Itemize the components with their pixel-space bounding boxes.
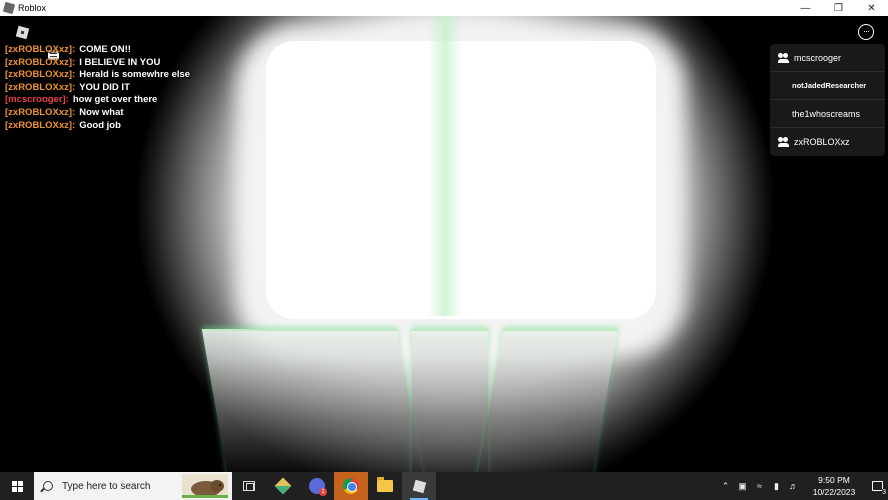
windows-taskbar: Type here to search 1 ⌃ ▣ ≈ ▮ ♬ 9:50 PM … [0, 472, 888, 500]
file-explorer-button[interactable] [368, 472, 402, 500]
chat-text: Good job [79, 119, 121, 131]
more-icon: ··· [858, 24, 874, 40]
roblox-menu-button[interactable] [11, 21, 33, 43]
friends-icon [778, 52, 790, 63]
chat-text: I BELIEVE IN YOU [79, 56, 161, 68]
taskbar-search[interactable]: Type here to search [34, 472, 232, 500]
roblox-app-icon [2, 1, 16, 15]
player-row-the1whoscreams[interactable]: the1whoscreams [770, 100, 885, 128]
security-icon[interactable]: ▣ [734, 472, 751, 500]
chat-sender: [zxROBLOXxz]: [5, 81, 76, 93]
chat-message: [zxROBLOXxz]: Good job [5, 120, 190, 133]
chat-sender: [zxROBLOXxz]: [5, 56, 76, 68]
notification-icon [871, 481, 883, 491]
battery-icon[interactable]: ▮ [768, 472, 785, 500]
player-name: the1whoscreams [792, 108, 861, 119]
player-name: zxROBLOXxz [794, 137, 850, 147]
clock-time: 9:50 PM [818, 475, 850, 485]
chat-text: YOU DID IT [79, 81, 130, 93]
chat-sender: [zxROBLOXxz]: [5, 106, 76, 118]
chrome-icon [343, 478, 359, 494]
chat-text: COME ON!! [79, 44, 131, 55]
game-viewport[interactable]: ··· [zxROBLOXxz]: COME ON!! [zxROBLOXxz]:… [0, 16, 888, 472]
window-titlebar: Roblox — ❐ ✕ [0, 0, 888, 16]
file-explorer-icon [377, 477, 393, 492]
friends-icon [778, 137, 790, 147]
notifications-count: 3 [882, 489, 886, 496]
player-row-mcscrooger[interactable]: mcscrooger [770, 44, 885, 72]
windows-logo-icon [11, 480, 23, 492]
chat-sender: [zxROBLOXxz]: [5, 119, 76, 131]
light-beam [428, 16, 462, 316]
chat-message: [zxROBLOXxz]: YOU DID IT [5, 82, 190, 95]
player-name: mcscrooger [794, 52, 842, 63]
chat-sender: [zxROBLOXxz]: [5, 44, 76, 55]
roblox-taskbar-button[interactable] [402, 472, 436, 500]
show-hidden-icons-button[interactable]: ⌃ [717, 472, 734, 500]
chat-sender: [zxROBLOXxz]: [5, 69, 76, 81]
notification-badge: 1 [319, 488, 327, 496]
floor-shadow [0, 356, 888, 472]
kite-app-icon [274, 477, 292, 495]
chat-text: Now what [79, 106, 124, 118]
chat-text: how get over there [72, 94, 158, 106]
minimize-icon[interactable]: — [789, 0, 822, 16]
notifications-button[interactable]: 3 [866, 472, 888, 500]
start-button[interactable] [0, 472, 34, 500]
wombat-search-highlight-icon [182, 474, 228, 498]
kite-app-button[interactable] [266, 472, 300, 500]
player-row-notjadedresearcher[interactable]: notJadedResearcher [770, 72, 885, 100]
player-list: mcscrooger notJadedResearcher the1whoscr… [770, 44, 885, 156]
roblox-icon [412, 479, 426, 493]
chat-sender: [mcscrooger]: [5, 94, 69, 106]
discord-button[interactable]: 1 [300, 472, 334, 500]
chat-message: [zxROBLOXxz]: Herald is somewhre else [5, 69, 190, 82]
window-controls: — ❐ ✕ [789, 0, 888, 16]
taskbar-clock[interactable]: 9:50 PM 10/22/2023 [806, 474, 862, 498]
chrome-button[interactable] [334, 472, 368, 500]
clock-date: 10/22/2023 [812, 487, 856, 497]
roblox-logo-icon [15, 25, 29, 39]
search-icon [43, 481, 53, 491]
chat-message: [zxROBLOXxz]: COME ON!! [5, 44, 190, 57]
task-view-button[interactable] [232, 472, 266, 500]
task-view-icon [243, 481, 255, 491]
chat-text: Herald is somewhre else [79, 69, 191, 81]
close-icon[interactable]: ✕ [855, 0, 888, 16]
more-options-button[interactable]: ··· [854, 20, 878, 44]
discord-icon: 1 [309, 478, 327, 496]
search-placeholder: Type here to search [62, 480, 151, 492]
player-name: notJadedResearcher [792, 81, 867, 90]
wifi-icon[interactable]: ≈ [751, 472, 768, 500]
restore-icon[interactable]: ❐ [822, 0, 855, 16]
window-title: Roblox [18, 3, 47, 13]
chat-message: [zxROBLOXxz]: Now what [5, 107, 190, 120]
system-tray: ⌃ ▣ ≈ ▮ ♬ 9:50 PM 10/22/2023 3 [717, 472, 888, 500]
player-row-zxrobloxxz[interactable]: zxROBLOXxz [770, 128, 885, 156]
chat-message: [mcscrooger]: how get over there [5, 94, 190, 107]
volume-icon[interactable]: ♬ [785, 472, 802, 500]
chat-log: [zxROBLOXxz]: COME ON!! [zxROBLOXxz]: I BE… [5, 44, 190, 132]
chat-message: [zxROBLOXxz]: I BELIEVE IN YOU [5, 57, 190, 70]
